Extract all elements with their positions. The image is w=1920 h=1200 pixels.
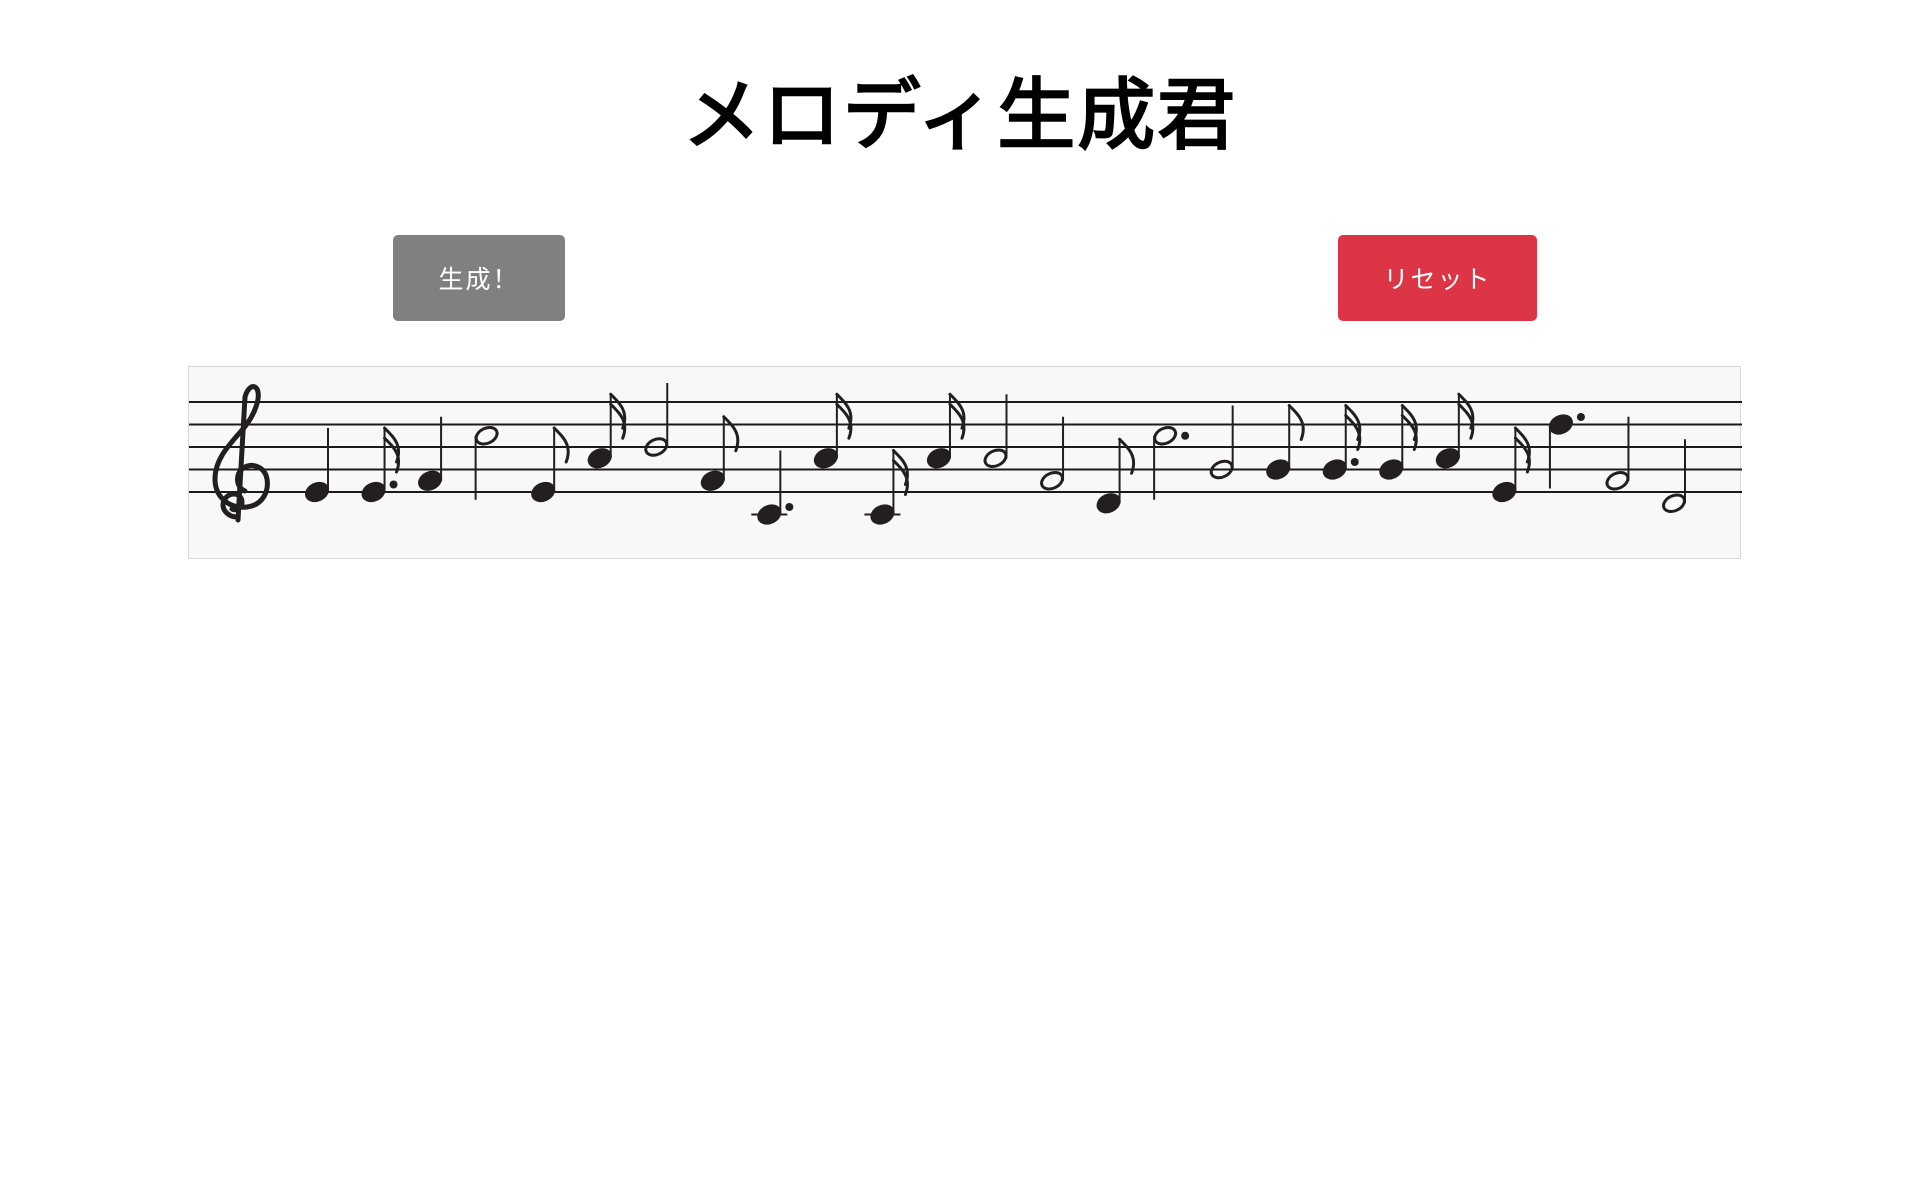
note <box>1322 404 1362 480</box>
flag <box>552 426 570 464</box>
generate-button[interactable]: 生成！ <box>393 235 565 321</box>
note <box>1379 404 1418 480</box>
flag <box>722 415 740 453</box>
note <box>1096 437 1136 514</box>
note <box>1662 439 1686 513</box>
note <box>587 392 627 469</box>
page-title: メロディ生成君 <box>682 71 1238 161</box>
notes <box>304 383 1686 525</box>
note <box>304 428 330 503</box>
note <box>418 416 443 491</box>
notehead <box>1605 471 1630 491</box>
reset-button[interactable]: リセット <box>1338 235 1537 321</box>
notehead <box>474 426 499 446</box>
treble-clef-icon <box>212 384 270 523</box>
augmentation-dot <box>389 480 398 489</box>
note <box>474 426 499 500</box>
score-panel <box>188 366 1742 559</box>
note <box>700 415 740 491</box>
note <box>1435 392 1475 469</box>
note <box>1605 416 1630 491</box>
flag <box>1118 437 1136 475</box>
note <box>1266 404 1305 480</box>
notehead <box>983 448 1008 468</box>
flag <box>1287 404 1305 441</box>
notehead <box>1662 493 1686 513</box>
augmentation-dot <box>1576 413 1585 421</box>
note <box>1548 413 1585 489</box>
note <box>361 426 401 503</box>
note <box>1153 426 1190 500</box>
note <box>983 394 1008 468</box>
augmentation-dot <box>785 503 794 511</box>
notehead <box>1153 426 1178 446</box>
score-staff <box>189 383 1742 525</box>
note <box>531 426 570 503</box>
app-root: メロディ生成君 生成！ リセット <box>0 0 1920 1200</box>
note <box>926 392 966 469</box>
notehead <box>1040 471 1065 491</box>
note <box>1040 416 1065 491</box>
augmentation-dot <box>1181 431 1190 440</box>
note <box>813 392 853 469</box>
note <box>1492 426 1531 503</box>
note <box>864 449 909 525</box>
augmentation-dot <box>1350 458 1359 466</box>
note <box>751 450 794 525</box>
